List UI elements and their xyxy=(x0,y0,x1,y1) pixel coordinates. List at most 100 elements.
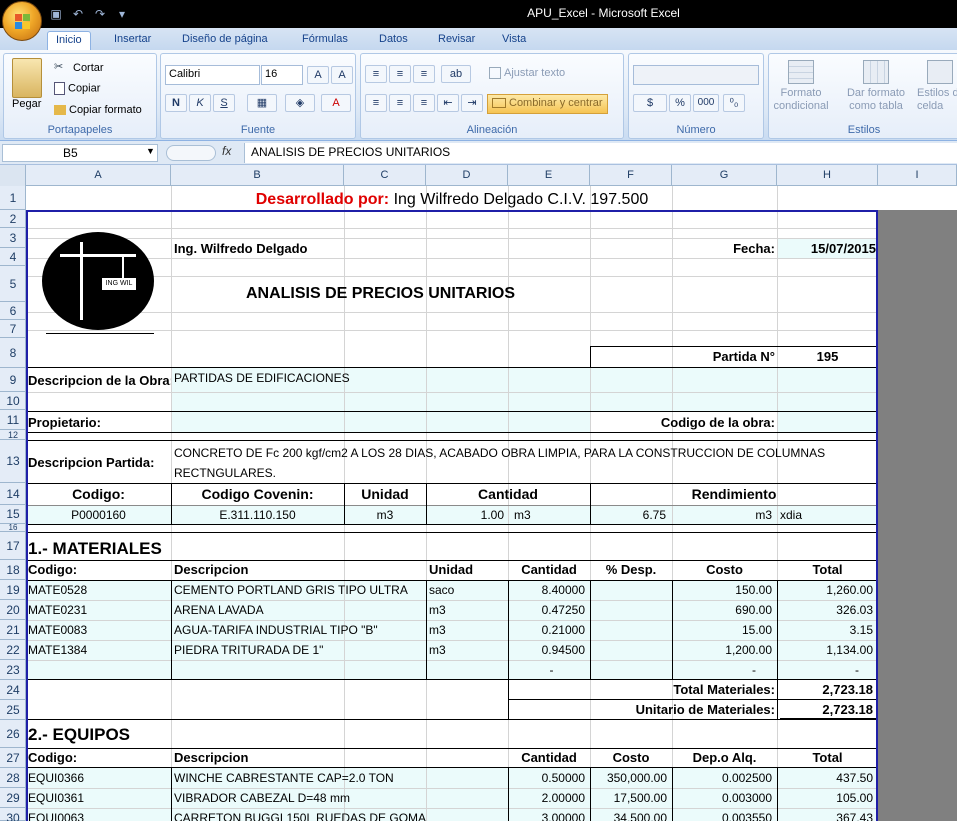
percent-button[interactable]: % xyxy=(669,94,691,112)
formula-bar-expand[interactable] xyxy=(166,145,216,161)
row-header[interactable]: 7 xyxy=(0,320,26,338)
row-header[interactable]: 20 xyxy=(0,600,26,620)
column-header[interactable]: E xyxy=(508,165,590,186)
column-header[interactable]: B xyxy=(171,165,344,186)
grow-font-icon[interactable]: A xyxy=(307,66,329,84)
row-header[interactable]: 12 xyxy=(0,430,26,440)
row-header[interactable]: 25 xyxy=(0,700,26,720)
row-header[interactable]: 2 xyxy=(0,210,26,228)
row-header[interactable]: 3 xyxy=(0,228,26,248)
eq-dep: 0.003000 xyxy=(721,791,772,805)
group-label: Portapapeles xyxy=(47,124,113,136)
conditional-format-button[interactable]: Formato condicional xyxy=(771,60,831,113)
codigo-obra-label: Codigo de la obra: xyxy=(660,415,775,430)
row-header[interactable]: 4 xyxy=(0,248,26,266)
bold-button[interactable]: N xyxy=(165,94,187,112)
column-header[interactable]: H xyxy=(777,165,878,186)
row-header[interactable]: 1 xyxy=(0,186,26,210)
copy-button[interactable]: Copiar xyxy=(54,82,100,95)
row-header[interactable]: 11 xyxy=(0,410,26,430)
eq-header-desc: Descripcion xyxy=(174,750,249,765)
tab-insertar[interactable]: Insertar xyxy=(106,31,159,50)
wrap-text-button[interactable]: Ajustar texto xyxy=(489,67,565,80)
fecha-value: 15/07/2015 xyxy=(810,241,876,256)
row-header[interactable]: 9 xyxy=(0,368,26,392)
fill-color-icon[interactable]: ◈ xyxy=(285,94,315,112)
column-header[interactable]: D xyxy=(426,165,508,186)
row-header[interactable]: 13 xyxy=(0,440,26,483)
font-size-select[interactable]: 16 xyxy=(261,65,303,85)
row-header[interactable]: 29 xyxy=(0,788,26,808)
underline-button[interactable]: S xyxy=(213,94,235,112)
cut-button[interactable]: ✂ Cortar xyxy=(54,60,104,76)
formula-input[interactable]: ANALISIS DE PRECIOS UNITARIOS xyxy=(244,143,957,163)
tab-diseno[interactable]: Diseño de página xyxy=(174,31,276,50)
align-right-icon[interactable]: ≡ xyxy=(413,94,435,112)
format-painter-button[interactable]: Copiar formato xyxy=(54,104,142,116)
header-covenin: Codigo Covenin: xyxy=(201,486,314,502)
partida-rend-unit: m3 xyxy=(755,508,772,522)
row-header[interactable]: 18 xyxy=(0,560,26,580)
increase-decimal-icon[interactable]: ⁰₀ xyxy=(723,94,745,112)
row-header[interactable]: 14 xyxy=(0,483,26,505)
row-header[interactable]: 10 xyxy=(0,392,26,410)
row-header[interactable]: 19 xyxy=(0,580,26,600)
orientation-icon[interactable]: ab xyxy=(441,65,471,83)
number-format-select[interactable] xyxy=(633,65,759,85)
row-header[interactable]: 8 xyxy=(0,338,26,368)
merge-center-button[interactable]: Combinar y centrar xyxy=(487,94,608,114)
italic-button[interactable]: K xyxy=(189,94,211,112)
tab-datos[interactable]: Datos xyxy=(371,31,416,50)
insert-function-button[interactable]: fx xyxy=(222,144,244,158)
borders-icon[interactable]: ▦ xyxy=(247,94,277,112)
tab-inicio[interactable]: Inicio xyxy=(47,31,91,50)
cell-styles-icon xyxy=(927,60,953,84)
thousands-button[interactable]: 000 xyxy=(693,94,719,112)
decrease-indent-icon[interactable]: ⇤ xyxy=(437,94,459,112)
cell-styles-button[interactable]: Estilos decelda xyxy=(917,60,957,113)
group-numero: $ % 000 ⁰₀ Número xyxy=(628,53,764,139)
tab-formulas[interactable]: Fórmulas xyxy=(294,31,356,50)
row-header[interactable]: 5 xyxy=(0,266,26,302)
align-middle-icon[interactable]: ≡ xyxy=(389,65,411,83)
row-header[interactable]: 23 xyxy=(0,660,26,680)
row-header[interactable]: 16 xyxy=(0,524,26,532)
font-color-icon[interactable]: A xyxy=(321,94,351,112)
column-header[interactable]: A xyxy=(26,165,171,186)
mat-costo: 150.00 xyxy=(735,583,772,597)
currency-icon[interactable]: $ xyxy=(633,94,667,112)
group-label: Número xyxy=(676,124,716,136)
shrink-font-icon[interactable]: A xyxy=(331,66,353,84)
paste-button[interactable]: Pegar xyxy=(12,98,41,110)
row-header[interactable]: 24 xyxy=(0,680,26,700)
sheet-title[interactable]: ANALISIS DE PRECIOS UNITARIOS xyxy=(171,284,590,304)
chevron-down-icon[interactable]: ▼ xyxy=(146,146,155,156)
row-header[interactable]: 15 xyxy=(0,505,26,524)
format-as-table-button[interactable]: Dar formato como tabla xyxy=(841,60,911,113)
column-header[interactable]: G xyxy=(672,165,777,186)
row-header[interactable]: 6 xyxy=(0,302,26,320)
align-center-icon[interactable]: ≡ xyxy=(389,94,411,112)
row-header[interactable]: 17 xyxy=(0,532,26,560)
tab-vista[interactable]: Vista xyxy=(494,31,534,50)
align-left-icon[interactable]: ≡ xyxy=(365,94,387,112)
align-top-icon[interactable]: ≡ xyxy=(365,65,387,83)
name-box[interactable]: B5 xyxy=(2,144,158,162)
column-header[interactable]: I xyxy=(878,165,957,186)
row-header[interactable]: 27 xyxy=(0,748,26,768)
tab-revisar[interactable]: Revisar xyxy=(430,31,483,50)
row-header[interactable]: 21 xyxy=(0,620,26,640)
row-header[interactable]: 28 xyxy=(0,768,26,788)
align-bottom-icon[interactable]: ≡ xyxy=(413,65,435,83)
row-header[interactable]: 26 xyxy=(0,720,26,748)
office-button[interactable] xyxy=(2,1,42,41)
column-header[interactable]: F xyxy=(590,165,672,186)
font-name-select[interactable]: Calibri xyxy=(165,65,260,85)
row-header[interactable]: 30 xyxy=(0,808,26,821)
select-all-button[interactable] xyxy=(0,165,26,186)
row-header[interactable]: 22 xyxy=(0,640,26,660)
column-header[interactable]: C xyxy=(344,165,426,186)
increase-indent-icon[interactable]: ⇥ xyxy=(461,94,483,112)
paste-icon[interactable] xyxy=(12,58,42,98)
mat-costo: 1,200.00 xyxy=(725,643,772,657)
